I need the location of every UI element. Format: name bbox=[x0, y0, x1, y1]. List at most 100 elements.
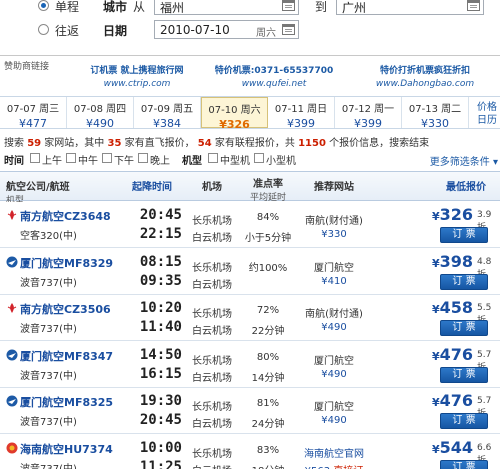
time-noon-checkbox[interactable] bbox=[66, 153, 76, 163]
from-city-input[interactable]: 福州 bbox=[154, 0, 299, 15]
departure-time: 19:30 bbox=[139, 393, 182, 409]
book-ticket-button[interactable]: 订 票 bbox=[440, 367, 488, 383]
date-cell[interactable]: 07-11 周日 ¥399 bbox=[268, 97, 335, 130]
plane-small-checkbox[interactable] bbox=[254, 153, 264, 163]
airline-flight[interactable]: 厦门航空MF8347 bbox=[20, 348, 113, 364]
book-ticket-button[interactable]: 订 票 bbox=[440, 274, 488, 290]
arrival-time: 11:40 bbox=[139, 319, 182, 335]
more-filters-link[interactable]: 更多筛选条件 ▾ bbox=[430, 153, 498, 168]
header-ontime[interactable]: 准点率 平均延时 bbox=[238, 175, 298, 203]
departure-airport: 长乐机场 bbox=[192, 449, 232, 460]
arrival-airport: 白云机场 bbox=[192, 373, 232, 384]
calendar-icon[interactable] bbox=[282, 24, 295, 35]
lowest-price: ¥398 bbox=[432, 252, 473, 271]
sponsor-ad-url[interactable]: www.Dahongbao.com bbox=[360, 79, 490, 89]
departure-airport: 长乐机场 bbox=[192, 309, 232, 320]
recommended-site[interactable]: 厦门航空 bbox=[296, 352, 372, 367]
header-site-label: 推荐网站 bbox=[314, 182, 354, 193]
sponsor-ad-title[interactable]: 特价机票:0371-65537700 bbox=[214, 63, 334, 76]
airline-flight[interactable]: 南方航空CZ3506 bbox=[20, 301, 111, 317]
sponsor-ad-url[interactable]: www.qufei.net bbox=[214, 79, 334, 89]
sponsor-ad[interactable]: 订机票 就上携程旅行网 www.ctrip.com bbox=[72, 63, 202, 89]
site-price-value: ¥490 bbox=[321, 322, 347, 333]
airline-flight[interactable]: 南方航空CZ3648 bbox=[20, 208, 111, 224]
header-airport-label: 机场 bbox=[202, 182, 222, 193]
date-cell-date: 07-13 周二 bbox=[408, 104, 462, 115]
arrival-time: 20:45 bbox=[139, 412, 182, 428]
book-ticket-button[interactable]: 订 票 bbox=[440, 413, 488, 429]
xiamen-logo-icon bbox=[6, 395, 18, 407]
header-ontime-label: 准点率 bbox=[253, 179, 283, 190]
sponsor-ad-url[interactable]: www.ctrip.com bbox=[72, 79, 202, 89]
lowest-price-value: 458 bbox=[439, 298, 474, 317]
lowest-price: ¥458 bbox=[432, 298, 473, 317]
time-afternoon-checkbox[interactable] bbox=[102, 153, 112, 163]
site-price: ¥490 bbox=[296, 415, 372, 426]
arrival-airport: 白云机场 bbox=[192, 280, 232, 291]
recommended-site[interactable]: 南航(财付通) bbox=[296, 305, 372, 320]
round-trip-radio[interactable] bbox=[38, 24, 49, 35]
plane-medium-checkbox[interactable] bbox=[208, 153, 218, 163]
sponsor-ad-title[interactable]: 特价打折机票疯狂折扣 bbox=[360, 63, 490, 76]
to-city-input[interactable]: 广州 bbox=[336, 0, 484, 15]
book-ticket-button[interactable]: 订 票 bbox=[440, 460, 488, 469]
recommended-site[interactable]: 厦门航空 bbox=[296, 398, 372, 413]
summary-text: 家网站，其中 bbox=[44, 138, 105, 149]
arrival-airport: 白云机场 bbox=[190, 462, 234, 469]
summary-text: 家有直飞报价， bbox=[124, 138, 195, 149]
departure-airport: 长乐机场 bbox=[192, 216, 232, 227]
yen-symbol: ¥ bbox=[432, 350, 440, 363]
table-row: 厦门航空MF8329 波音737(中) 08:15 09:35 长乐机场 白云机场 约100… bbox=[0, 249, 500, 295]
to-city-value: 广州 bbox=[342, 1, 367, 15]
date-cell[interactable]: 07-12 周一 ¥399 bbox=[335, 97, 402, 130]
date-price-strip: 07-07 周三 ¥477 07-08 周四 ¥490 07-09 周五 ¥38… bbox=[0, 96, 500, 131]
plane-type-option-label: 中型机 bbox=[220, 156, 250, 167]
arrival-airport: 白云机场 bbox=[192, 419, 232, 430]
recommended-site[interactable]: 南航(财付通) bbox=[296, 212, 372, 227]
ontime-rate: 80% bbox=[256, 352, 280, 363]
airline-flight[interactable]: 厦门航空MF8325 bbox=[20, 394, 113, 410]
price-calendar-link[interactable]: 价格 日历 bbox=[477, 101, 497, 127]
date-cell-price: ¥490 bbox=[86, 117, 114, 130]
date-cell-active[interactable]: 07-10 周六 ¥326 bbox=[201, 97, 268, 131]
time-option-label: 上午 bbox=[42, 156, 62, 167]
book-ticket-button[interactable]: 订 票 bbox=[440, 320, 488, 336]
date-cell[interactable]: 07-07 周三 ¥477 bbox=[0, 97, 67, 130]
time-evening-checkbox[interactable] bbox=[138, 153, 148, 163]
from-city-value: 福州 bbox=[160, 1, 185, 15]
yen-symbol: ¥ bbox=[432, 303, 440, 316]
book-ticket-button[interactable]: 订 票 bbox=[440, 227, 488, 243]
date-cell[interactable]: 07-09 周五 ¥384 bbox=[134, 97, 201, 130]
plane-type: 波音737(中) bbox=[20, 417, 77, 428]
arrival-time: 09:35 bbox=[139, 273, 182, 289]
date-input[interactable]: 2010-07-10 周六 bbox=[154, 20, 299, 39]
date-cell-price: ¥326 bbox=[219, 118, 250, 131]
header-price-label: 最低报价 bbox=[446, 182, 486, 193]
header-time-sort[interactable]: 起降时间 bbox=[122, 178, 182, 193]
recommended-site[interactable]: 海南航空官网 bbox=[296, 445, 372, 460]
city-picker-icon[interactable] bbox=[282, 0, 295, 11]
arrival-time: 16:15 bbox=[139, 366, 182, 382]
site-price: ¥490 bbox=[296, 322, 372, 333]
one-way-radio[interactable] bbox=[38, 0, 49, 11]
more-filters-label: 更多筛选条件 bbox=[429, 157, 490, 168]
lowest-price-value: 544 bbox=[439, 438, 474, 457]
recommended-site[interactable]: 厦门航空 bbox=[296, 259, 372, 274]
site-price: ¥490 bbox=[296, 369, 372, 380]
time-morning-checkbox[interactable] bbox=[30, 153, 40, 163]
plane-type: 波音737(中) bbox=[20, 371, 77, 382]
date-cell-date: 07-09 周五 bbox=[140, 104, 194, 115]
airline-flight[interactable]: 海南航空HU7374 bbox=[20, 441, 113, 457]
ontime-rate: 72% bbox=[256, 305, 280, 316]
departure-airport: 长乐机场 bbox=[192, 356, 232, 367]
sponsor-ad-title[interactable]: 订机票 就上携程旅行网 bbox=[72, 63, 202, 76]
header-price-sort[interactable]: 最低报价 bbox=[438, 178, 494, 193]
date-cell[interactable]: 07-13 周二 ¥330 bbox=[402, 97, 469, 130]
sponsor-ad[interactable]: 特价机票:0371-65537700 www.qufei.net bbox=[214, 63, 334, 89]
airline-flight[interactable]: 厦门航空MF8329 bbox=[20, 255, 113, 271]
city-picker-icon[interactable] bbox=[467, 0, 480, 11]
one-way-label: 单程 bbox=[55, 0, 80, 14]
date-cell[interactable]: 07-08 周四 ¥490 bbox=[67, 97, 134, 130]
date-cell-date: 07-12 周一 bbox=[341, 104, 395, 115]
sponsor-ad[interactable]: 特价打折机票疯狂折扣 www.Dahongbao.com bbox=[360, 63, 490, 89]
